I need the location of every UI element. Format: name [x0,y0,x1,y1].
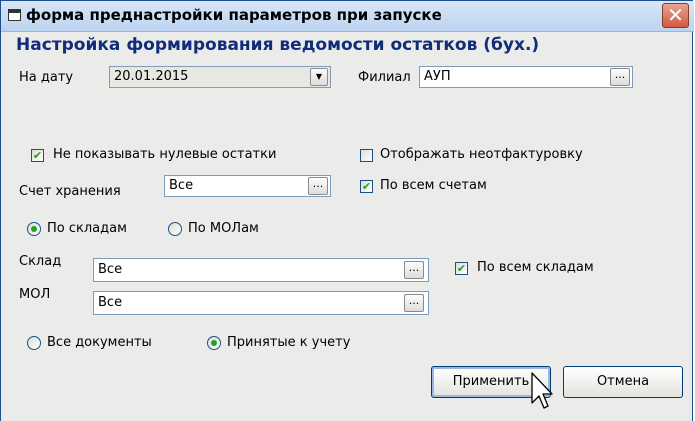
warehouse-field[interactable]: Все ... [93,258,429,282]
dialog-window: форма преднастройки параметров при запус… [0,0,694,421]
mouse-pointer-icon [531,372,553,409]
show-uninvoiced-checkbox[interactable]: ✔ [360,149,373,162]
branch-value: АУП [424,69,451,84]
account-field[interactable]: Все ... [164,175,331,197]
date-value: 20.01.2015 [114,69,189,84]
window-title: форма преднастройки параметров при запус… [26,6,442,24]
date-label: На дату [19,70,74,85]
radio-accepted-documents-label: Принятые к учету [227,335,351,350]
close-button[interactable]: ✕ [662,3,689,28]
cancel-button[interactable]: Отмена [563,366,683,398]
mol-field[interactable]: Все ... [93,291,429,315]
radio-by-mol-label: По МОЛам [188,221,259,236]
account-browse-button[interactable]: ... [308,177,328,195]
window-icon [8,9,21,21]
account-value: Все [169,178,194,193]
hide-zero-checkbox[interactable]: ✔ [31,149,44,162]
all-accounts-label: По всем счетам [380,178,487,193]
hide-zero-label: Не показывать нулевые остатки [53,147,277,162]
warehouse-label: Склад [19,254,62,269]
account-label: Счет хранения [19,184,121,199]
radio-by-warehouse-label: По складам [47,221,127,236]
all-accounts-checkbox[interactable]: ✔ [360,180,373,193]
form-heading: Настройка формирования ведомости остатко… [16,35,540,55]
all-warehouses-checkbox[interactable]: ✔ [455,262,468,275]
warehouse-value: Все [98,262,123,277]
all-warehouses-label: По всем складам [477,260,594,275]
branch-field[interactable]: АУП ... [419,66,633,88]
radio-all-documents[interactable] [27,336,41,350]
mol-label: МОЛ [19,287,51,302]
radio-all-documents-label: Все документы [47,335,152,350]
radio-by-warehouse[interactable] [27,222,41,236]
radio-accepted-documents[interactable] [207,336,221,350]
mol-value: Все [98,295,123,310]
radio-by-mol[interactable] [168,222,182,236]
date-field[interactable]: 20.01.2015 ▼ [109,66,331,88]
chevron-down-icon[interactable]: ▼ [310,68,328,86]
branch-label: Филиал [358,70,411,85]
show-uninvoiced-label: Отображать неотфактуровку [380,147,583,162]
mol-browse-button[interactable]: ... [404,294,424,312]
branch-browse-button[interactable]: ... [610,68,630,86]
title-bar[interactable]: форма преднастройки параметров при запус… [1,1,694,32]
warehouse-browse-button[interactable]: ... [404,261,424,279]
